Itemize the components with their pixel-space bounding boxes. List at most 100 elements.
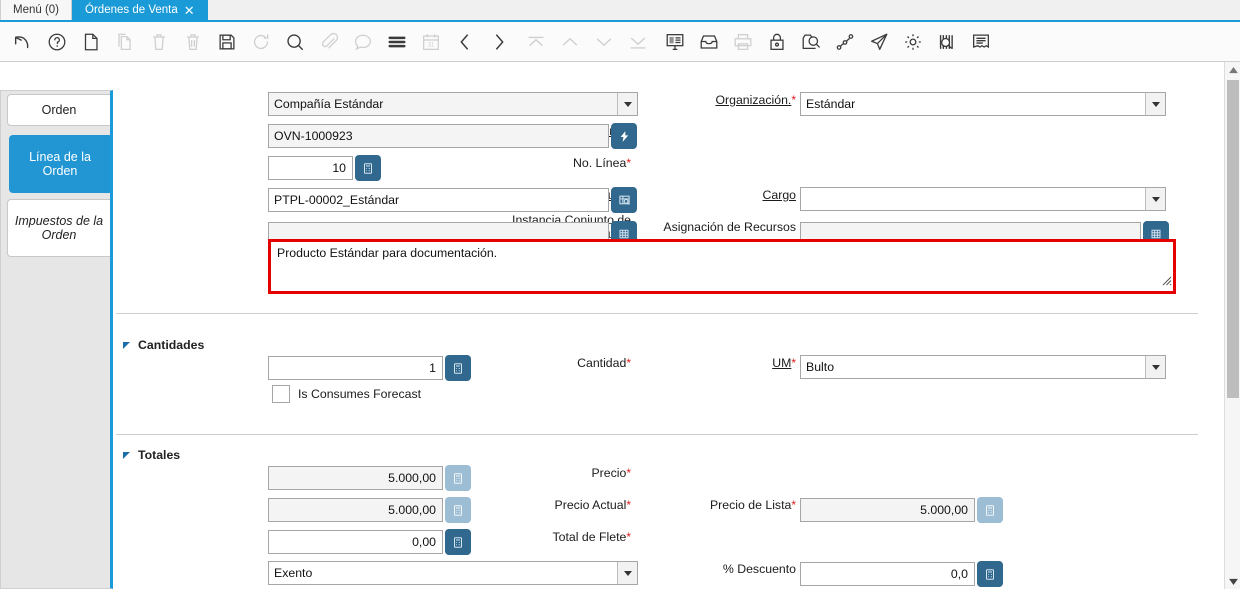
print-icon — [726, 25, 760, 59]
organizacion-label: Organización.* — [715, 94, 796, 108]
archive-icon[interactable] — [692, 25, 726, 59]
undo-icon[interactable] — [6, 25, 40, 59]
precio-de-lista-input[interactable] — [800, 498, 975, 522]
calculator-icon[interactable] — [445, 529, 471, 555]
delete-selection-icon — [176, 25, 210, 59]
sidebar-item-orden-label: Orden — [42, 103, 77, 117]
sidebar-item-linea-de-la-orden[interactable]: Línea de la Orden — [9, 135, 110, 193]
lookup-icon[interactable] — [611, 187, 637, 213]
is-consumes-forecast-checkbox[interactable] — [272, 385, 290, 403]
organizacion-input[interactable] — [800, 92, 1166, 116]
calculator-icon[interactable] — [977, 561, 1003, 587]
producto-input[interactable] — [268, 188, 609, 212]
next-record-icon[interactable] — [482, 25, 516, 59]
precio-input[interactable] — [268, 466, 443, 490]
scrollbar-thumb[interactable] — [1227, 80, 1239, 398]
is-consumes-forecast-label: Is Consumes Forecast — [298, 387, 421, 401]
collapse-triangle-icon[interactable] — [123, 342, 130, 349]
attachment-icon — [312, 25, 346, 59]
required-marker: * — [626, 498, 631, 512]
report-view-icon[interactable] — [658, 25, 692, 59]
asignacion-de-recursos-label: Asignación de Recursos — [663, 221, 796, 235]
sidebar-item-impuestos-de-la-orden-label: Impuestos de la Orden — [14, 214, 104, 243]
precio-actual-label: Precio Actual* — [555, 499, 631, 513]
section-totales[interactable]: Totales — [123, 448, 180, 462]
chat-icon — [346, 25, 380, 59]
um-combo[interactable] — [800, 355, 1166, 379]
calculator-icon[interactable] — [355, 155, 381, 181]
workflow-icon[interactable] — [828, 25, 862, 59]
precio-label: Precio* — [591, 467, 631, 481]
cargo-input[interactable] — [800, 187, 1166, 211]
previous-record-icon[interactable] — [448, 25, 482, 59]
orden-de-venta-input[interactable] — [268, 124, 609, 148]
impuesto-combo[interactable] — [268, 561, 638, 585]
last-record-icon — [621, 25, 655, 59]
copy-icon — [108, 25, 142, 59]
help-icon[interactable] — [40, 25, 74, 59]
lock-icon[interactable] — [760, 25, 794, 59]
new-record-icon[interactable] — [74, 25, 108, 59]
cantidad-label: Cantidad* — [577, 357, 631, 371]
scroll-up-icon[interactable] — [1225, 62, 1240, 78]
calculator-icon — [445, 465, 471, 491]
scroll-down-icon[interactable] — [1225, 573, 1240, 589]
window-tab-ordenes-de-venta-label: Órdenes de Venta — [85, 4, 178, 16]
window-tab-ordenes-de-venta[interactable]: Órdenes de Venta ✕ — [72, 0, 208, 20]
sidebar-item-orden[interactable]: Orden — [7, 94, 110, 126]
organizacion-combo[interactable] — [800, 92, 1166, 116]
window-tab-menu[interactable]: Menú (0) — [0, 0, 72, 20]
window-tab-menu-label: Menú (0) — [13, 4, 59, 16]
refresh-icon — [244, 25, 278, 59]
precio-de-lista-label: Precio de Lista* — [710, 499, 796, 513]
calculator-icon — [977, 497, 1003, 523]
precio-actual-input[interactable] — [268, 498, 443, 522]
um-label: UM* — [772, 357, 796, 371]
vertical-scrollbar[interactable] — [1224, 62, 1240, 589]
save-icon[interactable] — [210, 25, 244, 59]
send-icon[interactable] — [862, 25, 896, 59]
descripcion-textarea[interactable]: Producto Estándar para documentación. — [268, 239, 1176, 294]
no-linea-input[interactable] — [268, 156, 353, 180]
chevron-down-icon[interactable] — [617, 93, 637, 115]
chevron-down-icon[interactable] — [1145, 188, 1165, 210]
chevron-down-icon[interactable] — [617, 562, 637, 584]
descuento-input[interactable] — [800, 562, 975, 586]
window-tab-bar: Menú (0) Órdenes de Venta ✕ — [0, 0, 1240, 22]
total-de-flete-label: Total de Flete* — [553, 531, 632, 545]
chevron-down-icon[interactable] — [1145, 93, 1165, 115]
cantidad-input[interactable] — [268, 356, 443, 380]
um-input[interactable] — [800, 355, 1166, 379]
descripcion-field-wrapper: Producto Estándar para documentación. — [268, 239, 1176, 294]
search-icon[interactable] — [278, 25, 312, 59]
record-icon[interactable] — [611, 123, 637, 149]
total-de-flete-input[interactable] — [268, 530, 443, 554]
sidebar-item-linea-de-la-orden-label: Línea de la Orden — [16, 150, 104, 179]
receipt-icon[interactable] — [964, 25, 998, 59]
compania-input[interactable] — [268, 92, 638, 116]
barcode-scan-icon[interactable] — [930, 25, 964, 59]
required-marker: * — [791, 498, 796, 512]
calculator-icon[interactable] — [445, 355, 471, 381]
gear-icon[interactable] — [896, 25, 930, 59]
chevron-down-icon[interactable] — [1145, 356, 1165, 378]
zoom-across-icon[interactable] — [794, 25, 828, 59]
close-icon[interactable]: ✕ — [184, 4, 195, 17]
impuesto-input[interactable] — [268, 561, 638, 585]
collapse-triangle-icon[interactable] — [123, 452, 130, 459]
required-marker: * — [791, 93, 796, 107]
required-marker: * — [626, 156, 631, 170]
main-toolbar: 31 — [0, 22, 1240, 62]
required-marker: * — [626, 466, 631, 480]
parent-record-icon — [553, 25, 587, 59]
record-form: Compañía* Organización.* Orden d — [116, 62, 1216, 589]
first-record-icon — [519, 25, 553, 59]
compania-combo[interactable] — [268, 92, 638, 116]
section-cantidades[interactable]: Cantidades — [123, 338, 204, 352]
sidebar-item-impuestos-de-la-orden[interactable]: Impuestos de la Orden — [7, 199, 110, 257]
svg-text:31: 31 — [428, 42, 435, 48]
required-marker: * — [626, 530, 631, 544]
record-body: Orden Línea de la Orden Impuestos de la … — [0, 62, 1240, 589]
cargo-combo[interactable] — [800, 187, 1166, 211]
grid-toggle-icon[interactable] — [380, 25, 414, 59]
